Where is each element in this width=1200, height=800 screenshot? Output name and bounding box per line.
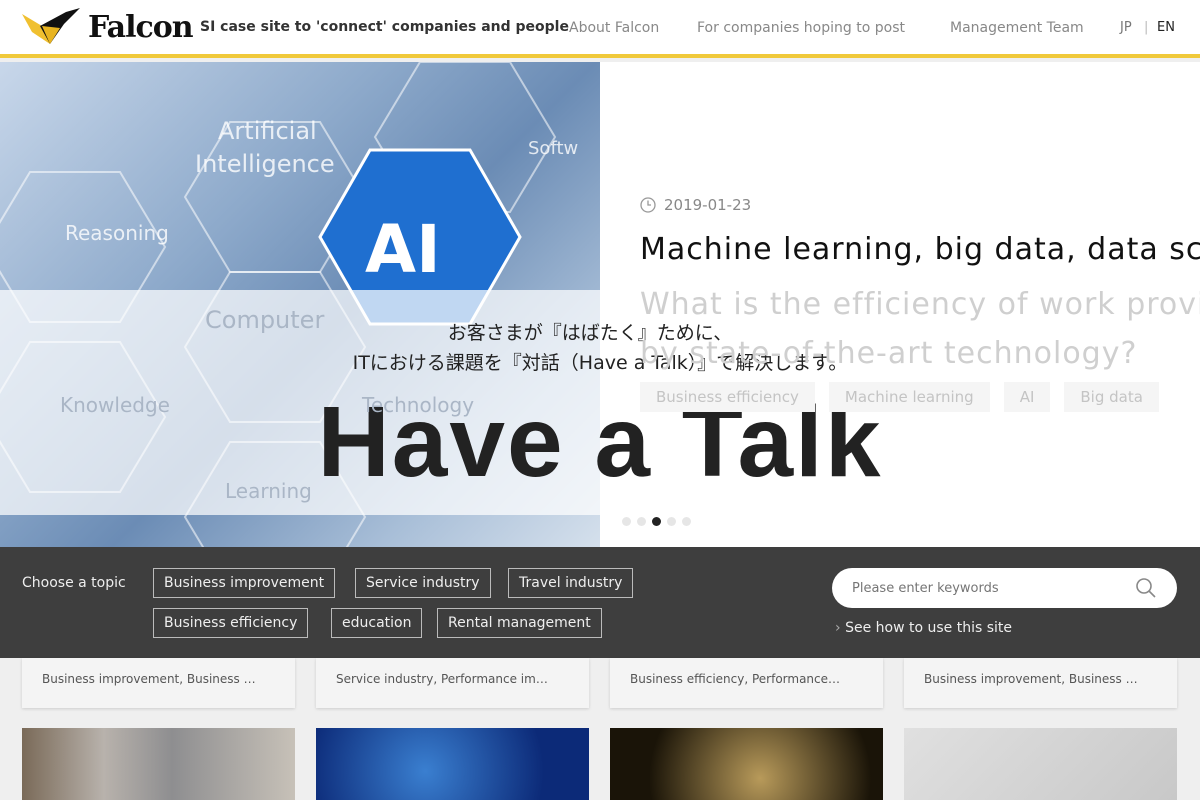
image-label: Softw: [528, 138, 578, 159]
image-label: Artificial: [218, 117, 317, 145]
subtitle-line: by state-of-the-art technology?: [640, 336, 1138, 371]
card-tags: Business improvement, Business …: [924, 672, 1138, 686]
article-tag[interactable]: Business efficiency: [640, 382, 815, 412]
how-to-use-text: See how to use this site: [845, 620, 1012, 636]
logo-text: Falcon: [88, 9, 194, 45]
topic-rental-management[interactable]: Rental management: [437, 608, 602, 638]
card-tags: Business efficiency, Performance…: [630, 672, 841, 686]
nav-about-falcon[interactable]: About Falcon: [569, 20, 659, 36]
image-label: Computer: [205, 306, 324, 334]
image-label: AI: [365, 211, 441, 288]
card-tags: Business improvement, Business …: [42, 672, 256, 686]
case-card[interactable]: Business improvement, Business …: [904, 658, 1177, 708]
lang-en[interactable]: EN: [1157, 20, 1175, 35]
how-to-use-link[interactable]: › See how to use this site: [835, 620, 1012, 636]
site-tagline: SI case site to 'connect' companies and …: [200, 19, 569, 35]
article-tag[interactable]: Machine learning: [828, 382, 990, 412]
case-thumbnail-circuit[interactable]: [316, 728, 589, 800]
nav-for-companies[interactable]: For companies hoping to post: [697, 20, 905, 36]
case-card[interactable]: Service industry, Performance im…: [316, 658, 589, 708]
clock-icon: [640, 197, 656, 213]
image-label: Intelligence: [195, 150, 335, 178]
topic-travel-industry[interactable]: Travel industry: [508, 568, 634, 598]
case-card[interactable]: Business efficiency, Performance…: [610, 658, 883, 708]
carousel-dot[interactable]: [667, 517, 676, 526]
article-tag[interactable]: Big data: [1064, 382, 1159, 412]
topic-bar: Choose a topic Business improvement Serv…: [0, 547, 1200, 658]
image-label: Reasoning: [65, 221, 169, 245]
image-label: Learning: [225, 479, 312, 503]
topic-education[interactable]: education: [331, 608, 423, 638]
topic-business-improvement[interactable]: Business improvement: [153, 568, 336, 598]
image-label: Knowledge: [60, 393, 170, 417]
nav-management-team[interactable]: Management Team: [950, 20, 1084, 36]
article-tag[interactable]: AI: [1003, 382, 1051, 412]
card-tags: Service industry, Performance im…: [336, 672, 548, 686]
falcon-bird-icon: [22, 8, 80, 44]
article-tags: Business efficiency Machine learning AI …: [640, 382, 1159, 412]
topic-service-industry[interactable]: Service industry: [355, 568, 491, 598]
lang-separator: |: [1144, 20, 1149, 35]
choose-topic-label: Choose a topic: [22, 575, 126, 591]
site-header: Falcon SI case site to 'connect' compani…: [0, 0, 1200, 58]
carousel-dot-active[interactable]: [652, 517, 661, 526]
image-label: Technology: [361, 393, 474, 417]
hero-image-ai[interactable]: Artificial Intelligence AI Reasoning Com…: [0, 62, 600, 547]
case-thumbnail-hexagons[interactable]: [610, 728, 883, 800]
date-text: 2019-01-23: [664, 196, 752, 214]
keyword-search: [832, 568, 1177, 608]
falcon-logo[interactable]: Falcon: [20, 6, 194, 48]
search-input[interactable]: [852, 580, 1122, 596]
case-thumbnail-notes[interactable]: [904, 728, 1177, 800]
carousel-dots: [622, 517, 691, 526]
search-icon[interactable]: [1135, 577, 1157, 599]
hexagon-labels: Artificial Intelligence AI Reasoning Com…: [60, 117, 578, 503]
article-title[interactable]: Machine learning, big data, data sc: [640, 232, 1200, 267]
case-card[interactable]: Business improvement, Business …: [22, 658, 295, 708]
article-subtitle: What is the efficiency of work provi by …: [640, 280, 1200, 378]
topic-business-efficiency[interactable]: Business efficiency: [153, 608, 309, 638]
article-date: 2019-01-23: [640, 196, 751, 214]
lang-jp[interactable]: JP: [1120, 20, 1132, 35]
subtitle-line: What is the efficiency of work provi: [640, 287, 1200, 322]
carousel-dot[interactable]: [622, 517, 631, 526]
chevron-right-icon: ›: [835, 620, 841, 636]
carousel-dot[interactable]: [682, 517, 691, 526]
case-thumbnail-people[interactable]: [22, 728, 295, 800]
carousel-dot[interactable]: [637, 517, 646, 526]
